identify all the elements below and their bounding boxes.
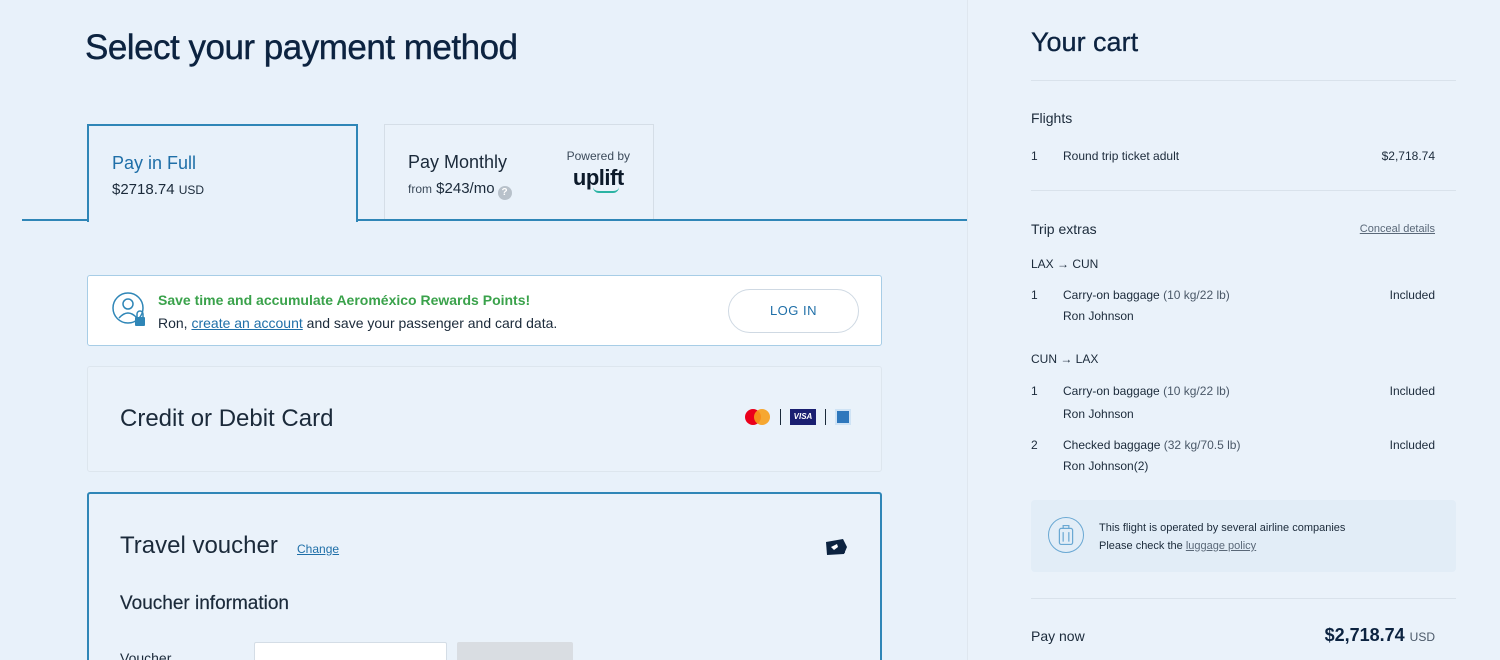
tab-pay-in-full-amount: $2718.74 USD — [112, 181, 204, 198]
extra-detail: (10 kg/22 lb) — [1163, 384, 1230, 398]
pay-now-value: $2,718.74 — [1324, 625, 1405, 645]
extra-status: Included — [1389, 438, 1435, 452]
create-account-link[interactable]: create an account — [191, 315, 302, 331]
extra-qty: 1 — [1031, 288, 1038, 302]
payment-section: Select your payment method Pay in Full $… — [0, 0, 967, 660]
full-currency: USD — [178, 183, 205, 197]
credit-card-title: Credit or Debit Card — [120, 405, 334, 432]
voucher-title: Travel voucher — [120, 532, 278, 559]
leg-route: CUN → LAX — [1031, 352, 1099, 366]
voucher-change-link[interactable]: Change — [297, 542, 339, 556]
login-button[interactable]: LOG IN — [728, 289, 859, 333]
airline-notice: This flight is operated by several airli… — [1031, 500, 1456, 572]
notice-line-1: This flight is operated by several airli… — [1099, 522, 1346, 534]
voucher-input[interactable] — [254, 642, 447, 660]
uplift-brand: uplift — [572, 165, 624, 190]
credit-card-option[interactable]: Credit or Debit Card VISA — [87, 366, 882, 472]
extra-qty: 1 — [1031, 384, 1038, 398]
tab-pay-monthly-label: Pay Monthly — [408, 152, 508, 172]
divider — [1031, 598, 1456, 599]
voucher-apply-button[interactable] — [457, 642, 573, 660]
rewards-headline: Save time and accumulate Aeroméxico Rewa… — [158, 292, 531, 308]
flight-qty: 1 — [1031, 149, 1038, 163]
rewards-text-prefix: Ron, — [158, 315, 192, 331]
extra-passenger: Ron Johnson(2) — [1063, 459, 1149, 473]
extra-status: Included — [1389, 288, 1435, 302]
conceal-details-link[interactable]: Conceal details — [1360, 223, 1435, 235]
page-title: Select your payment method — [85, 28, 518, 67]
rewards-text: Ron, create an account and save your pas… — [158, 315, 557, 331]
extra-name: Carry-on baggage — [1063, 384, 1160, 398]
flights-heading: Flights — [1031, 110, 1073, 126]
extras-heading: Trip extras — [1031, 221, 1097, 237]
extra-desc: Checked baggage (32 kg/70.5 lb) — [1063, 438, 1240, 452]
amex-icon — [835, 409, 851, 425]
pay-now-label: Pay now — [1031, 628, 1085, 644]
voucher-ticket-icon — [826, 539, 847, 555]
pay-now-currency: USD — [1409, 630, 1435, 644]
monthly-amount: $243/mo — [436, 180, 495, 197]
luggage-policy-link[interactable]: luggage policy — [1186, 540, 1256, 552]
leg-route: LAX → CUN — [1031, 257, 1099, 271]
divider — [1031, 80, 1456, 81]
rewards-user-lock-icon — [112, 292, 145, 326]
flight-price: $2,718.74 — [1381, 149, 1435, 163]
monthly-from: from — [408, 182, 432, 196]
extra-status: Included — [1389, 384, 1435, 398]
powered-by-text: Powered by — [566, 149, 630, 163]
cart-panel: Your cart Flights 1 Round trip ticket ad… — [967, 0, 1500, 660]
card-brands: VISA — [745, 408, 851, 426]
brand-divider — [825, 409, 826, 425]
voucher-info-title: Voucher information — [120, 593, 289, 614]
notice-text: This flight is operated by several airli… — [1099, 519, 1345, 555]
flight-desc: Round trip ticket adult — [1063, 149, 1180, 163]
divider — [1031, 190, 1456, 191]
travel-voucher-option[interactable]: Travel voucher Change Voucher informatio… — [87, 492, 882, 660]
extra-passenger: Ron Johnson — [1063, 309, 1134, 323]
mastercard-icon — [745, 408, 771, 426]
tab-pay-in-full-label: Pay in Full — [112, 153, 197, 173]
brand-divider — [780, 409, 781, 425]
extra-name: Checked baggage — [1063, 438, 1161, 452]
uplift-logo: Powered by uplift — [567, 149, 630, 193]
extra-detail: (32 kg/70.5 lb) — [1163, 438, 1241, 452]
visa-icon: VISA — [790, 409, 816, 425]
extra-desc: Carry-on baggage (10 kg/22 lb) — [1063, 384, 1230, 398]
extra-name: Carry-on baggage — [1063, 288, 1160, 302]
voucher-field-label: Voucher — [120, 650, 172, 660]
extra-passenger: Ron Johnson — [1063, 407, 1134, 421]
notice-line-2: Please check the luggage policy — [1099, 537, 1345, 555]
help-icon[interactable]: ? — [497, 186, 512, 200]
pay-now-amount: $2,718.74 USD — [1325, 625, 1435, 646]
extra-detail: (10 kg/22 lb) — [1163, 288, 1230, 302]
notice-line-2-prefix: Please check the — [1099, 540, 1186, 552]
tab-pay-monthly-amount: from $243/mo? — [408, 180, 512, 200]
tab-pay-monthly[interactable]: Pay Monthly from $243/mo? Powered by upl… — [384, 124, 654, 221]
cart-title: Your cart — [1031, 27, 1139, 57]
rewards-text-suffix: and save your passenger and card data. — [302, 315, 558, 331]
luggage-icon — [1048, 517, 1084, 553]
tab-pay-in-full[interactable]: Pay in Full $2718.74 USD — [87, 124, 358, 222]
full-amount: $2718.74 — [112, 181, 175, 198]
extra-qty: 2 — [1031, 438, 1038, 452]
rewards-banner: Save time and accumulate Aeroméxico Rewa… — [87, 275, 882, 346]
extra-desc: Carry-on baggage (10 kg/22 lb) — [1063, 288, 1230, 302]
